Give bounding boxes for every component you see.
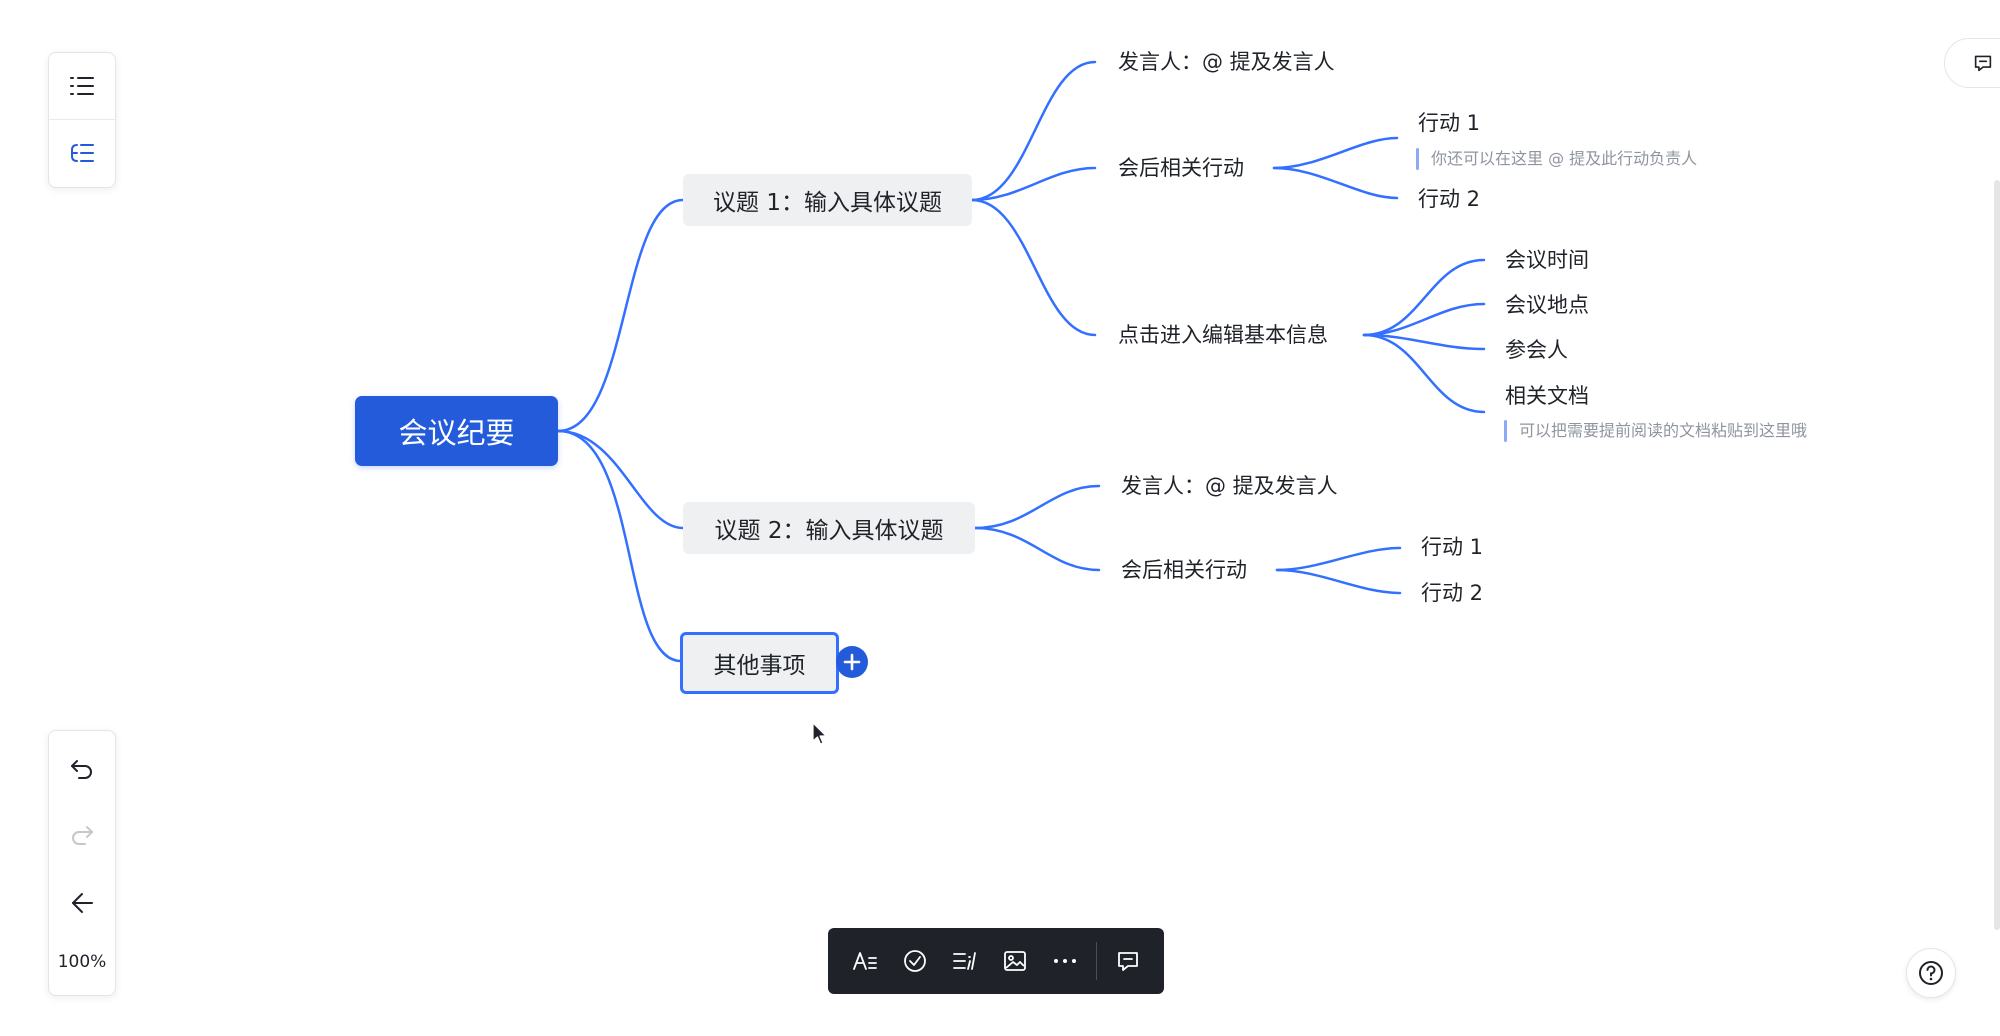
branch-line (970, 198, 1097, 337)
vertical-scrollbar[interactable] (1994, 180, 2000, 930)
action-node[interactable]: 行动 2 (1418, 189, 1480, 210)
branch-line (1275, 568, 1402, 595)
action-node[interactable]: 行动 1 (1418, 113, 1480, 134)
topic-node-1[interactable]: 议题 1：输入具体议题 (683, 174, 972, 226)
speaker-node[interactable]: 发言人：@ 提及发言人 (1118, 52, 1335, 73)
note-icon (953, 952, 976, 970)
node-toolbar (828, 928, 1164, 994)
branch-line (970, 60, 1097, 202)
info-item-attendees[interactable]: 参会人 (1505, 340, 1568, 361)
branch-line (1362, 302, 1486, 337)
action-node[interactable]: 行动 2 (1421, 583, 1483, 604)
more-icon (1054, 959, 1076, 963)
add-child-button[interactable] (836, 646, 868, 678)
info-item-time[interactable]: 会议时间 (1505, 250, 1589, 271)
branch-line (1272, 136, 1399, 170)
text-style-icon (853, 952, 877, 970)
branch-line (973, 484, 1101, 530)
image-icon (1004, 951, 1026, 971)
note-button[interactable] (940, 928, 990, 994)
comment-icon (1118, 952, 1138, 971)
actions-node[interactable]: 会后相关行动 (1121, 560, 1247, 581)
more-button[interactable] (1040, 928, 1090, 994)
info-item-documents[interactable]: 相关文档 (1505, 386, 1589, 407)
branch-line (556, 429, 683, 663)
branch-line (1272, 166, 1399, 200)
note-marker (1416, 148, 1419, 170)
root-node[interactable]: 会议纪要 (355, 396, 558, 466)
branch-line (1275, 546, 1402, 572)
comment-icon (1974, 55, 1992, 72)
check-circle-icon (904, 950, 926, 972)
branch-line (1362, 258, 1486, 337)
task-button[interactable] (890, 928, 940, 994)
text-style-button[interactable] (840, 928, 890, 994)
help-button[interactable] (1906, 948, 1956, 998)
root-label: 会议纪要 (398, 416, 515, 450)
topic-label: 议题 2：输入具体议题 (714, 518, 944, 544)
topic-label: 议题 1：输入具体议题 (713, 190, 942, 216)
actions-node[interactable]: 会后相关行动 (1118, 158, 1244, 179)
topic-label: 其他事项 (713, 653, 806, 679)
document-note: 可以把需要提前阅读的文档粘贴到这里哦 (1519, 421, 1808, 440)
branch-line (973, 526, 1101, 572)
info-node[interactable]: 点击进入编辑基本信息 (1118, 325, 1328, 346)
topic-node-2[interactable]: 议题 2：输入具体议题 (683, 502, 975, 554)
action-node[interactable]: 行动 1 (1421, 537, 1483, 558)
speaker-node[interactable]: 发言人：@ 提及发言人 (1121, 476, 1338, 497)
plus-icon (843, 653, 861, 671)
note-marker (1504, 420, 1507, 442)
comment-button[interactable] (1103, 928, 1153, 994)
info-item-location[interactable]: 会议地点 (1505, 295, 1589, 316)
image-button[interactable] (990, 928, 1040, 994)
comments-panel-tab[interactable] (1944, 38, 2000, 88)
toolbar-separator (1096, 942, 1097, 980)
mindmap-connectors (556, 60, 1486, 663)
branch-line (1362, 333, 1486, 414)
help-icon (1919, 961, 1943, 985)
topic-node-3[interactable]: 其他事项 (680, 632, 839, 694)
action-note: 你还可以在这里 @ 提及此行动负责人 (1431, 149, 1698, 168)
branch-line (556, 198, 685, 433)
mouse-cursor-icon (812, 722, 827, 745)
